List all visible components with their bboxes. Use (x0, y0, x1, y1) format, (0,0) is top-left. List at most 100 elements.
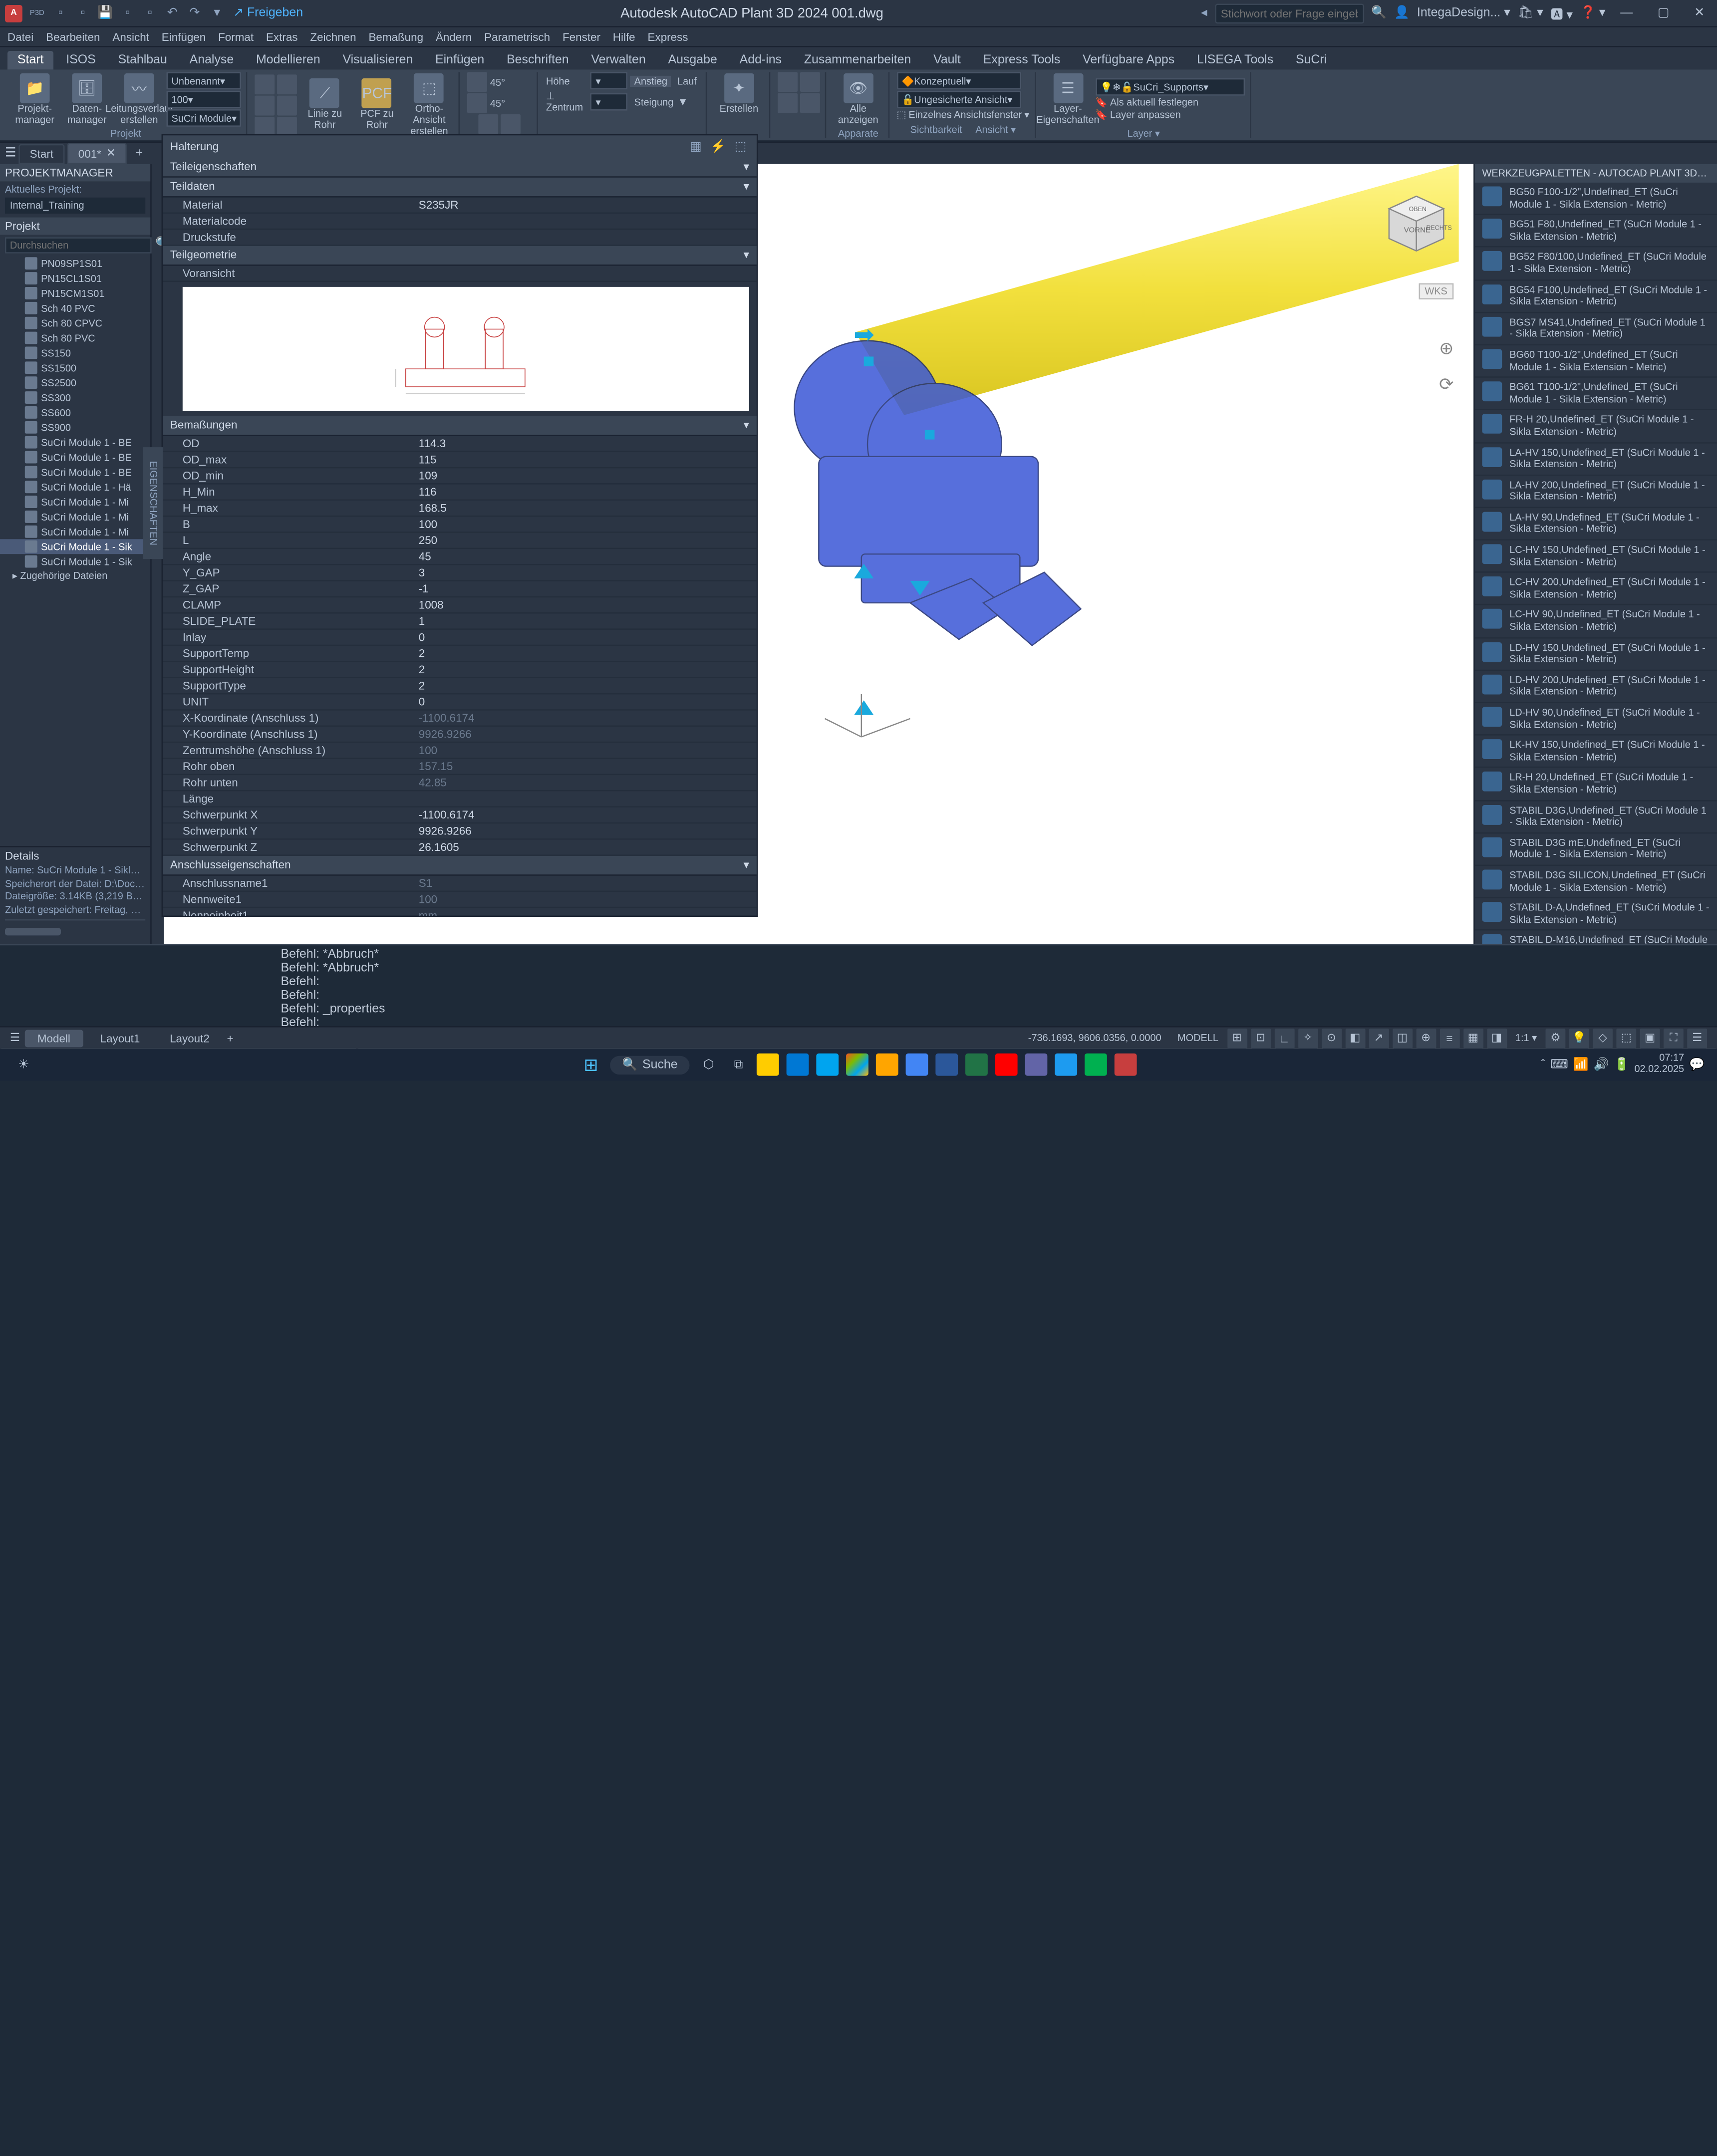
clean-toggle[interactable]: ▣ (1640, 1028, 1660, 1048)
pm-search-input[interactable] (5, 237, 152, 253)
outlook-icon[interactable] (817, 1054, 839, 1076)
ribbon-tab-express-tools[interactable]: Express Tools (973, 51, 1070, 69)
menu-bemaßung[interactable]: Bemaßung (368, 30, 423, 43)
taskbar-search[interactable]: 🔍Suche (609, 1056, 690, 1074)
property-row[interactable]: L250 (163, 533, 757, 549)
tab-start[interactable]: Start (18, 143, 64, 163)
ribbon-tab-stahlbau[interactable]: Stahlbau (108, 51, 177, 69)
create-button[interactable]: ✦Erstellen (714, 72, 764, 116)
spec-unnamed-combo[interactable]: Unbenannt ▾ (167, 72, 242, 90)
tree-item[interactable]: SuCri Module 1 - BE (0, 450, 150, 465)
palette-item[interactable]: STABIL D3G mE,Undefined_ET (SuCri Module… (1475, 833, 1717, 866)
property-row[interactable]: Rohr unten42.85 (163, 775, 757, 791)
add-tab-button[interactable]: + (129, 147, 149, 160)
property-row[interactable]: SupportHeight2 (163, 662, 757, 678)
ribbon-tab-einfügen[interactable]: Einfügen (425, 51, 494, 69)
saved-view-combo[interactable]: 🔓 Ungesicherte Ansicht ▾ (897, 91, 1021, 108)
plot-icon[interactable]: ▫ (141, 4, 159, 22)
property-row[interactable]: CLAMP1008 (163, 597, 757, 613)
app5-icon[interactable] (1085, 1054, 1108, 1076)
excel-icon[interactable] (966, 1054, 988, 1076)
tree-item[interactable]: SS1500 (0, 360, 150, 375)
ducs-toggle[interactable]: ◫ (1392, 1028, 1412, 1048)
model-tab-layout1[interactable]: Layout1 (88, 1029, 153, 1047)
sm-btn-3[interactable] (255, 116, 275, 136)
tray-battery-icon[interactable]: 🔋 (1614, 1058, 1630, 1072)
props-quick-icon[interactable]: ⚡ (709, 138, 727, 155)
chrome-icon[interactable] (847, 1054, 869, 1076)
ribbon-tab-verwalten[interactable]: Verwalten (581, 51, 655, 69)
sm-btn-5[interactable] (278, 95, 297, 115)
property-row[interactable]: Materialcode (163, 214, 757, 230)
user-icon[interactable]: 👤 (1394, 6, 1410, 19)
tree-item-selected[interactable]: SuCri Module 1 - Sik (0, 539, 150, 554)
copilot-icon[interactable]: ⬡ (697, 1054, 720, 1076)
sm-btn-6[interactable] (278, 116, 297, 136)
minimize-button[interactable]: — (1613, 6, 1640, 19)
property-row[interactable]: Nenneinheit1mm (163, 908, 757, 916)
tray-sound-icon[interactable]: 🔊 (1594, 1058, 1609, 1072)
tree-item[interactable]: SuCri Module 1 - Mi (0, 524, 150, 539)
layer-properties-button[interactable]: ☰Layer- Eigenschaften (1043, 72, 1093, 127)
save-icon[interactable]: 💾 (96, 4, 114, 22)
ribbon-tab-lisega-tools[interactable]: LISEGA Tools (1187, 51, 1283, 69)
edge-icon[interactable] (787, 1054, 810, 1076)
angle2-btn[interactable] (468, 93, 488, 113)
property-row[interactable]: Angle45 (163, 549, 757, 565)
snap-toggle[interactable]: ⊡ (1251, 1028, 1271, 1048)
palette-item[interactable]: BG51 F80,Undefined_ET (SuCri Module 1 - … (1475, 215, 1717, 248)
info-search-prev-icon[interactable]: ◂ (1201, 6, 1207, 19)
palette-item[interactable]: FR-H 20,Undefined_ET (SuCri Module 1 - S… (1475, 410, 1717, 443)
tree-item[interactable]: SS300 (0, 390, 150, 405)
data-manager-button[interactable]: 🗄Daten- manager (62, 72, 112, 127)
appsm2[interactable] (800, 72, 820, 92)
search-icon[interactable]: 🔍 (1371, 6, 1387, 19)
model-tab-modell[interactable]: Modell (25, 1029, 83, 1047)
tree-item[interactable]: PN09SP1S01 (0, 256, 150, 271)
menu-hilfe[interactable]: Hilfe (613, 30, 635, 43)
elev-sm2[interactable] (501, 114, 521, 134)
palette-item[interactable]: LK-HV 150,Undefined_ET (SuCri Module 1 -… (1475, 736, 1717, 768)
nav-orbit-icon[interactable]: ⟳ (1439, 374, 1453, 395)
pcf-to-pipe-button[interactable]: PCFPCF zu Rohr (352, 77, 402, 133)
section-anschluss[interactable]: Anschlusseigenschaften▾ (163, 856, 757, 876)
ribbon-tab-sucri[interactable]: SuCri (1286, 51, 1337, 69)
ribbon-tab-start[interactable]: Start (7, 51, 53, 69)
menu-extras[interactable]: Extras (266, 30, 298, 43)
ribbon-tab-verfügbare-apps[interactable]: Verfügbare Apps (1073, 51, 1184, 69)
app2-icon[interactable] (906, 1054, 929, 1076)
menu-format[interactable]: Format (218, 30, 254, 43)
word-icon[interactable] (936, 1054, 958, 1076)
3dosnap-toggle[interactable]: ◧ (1345, 1028, 1365, 1048)
tree-item[interactable]: SS900 (0, 420, 150, 435)
palette-item[interactable]: BG54 F100,Undefined_ET (SuCri Module 1 -… (1475, 280, 1717, 312)
dyn-toggle[interactable]: ⊕ (1416, 1028, 1436, 1048)
menu-parametrisch[interactable]: Parametrisch (484, 30, 550, 43)
ribbon-tab-isos[interactable]: ISOS (56, 51, 105, 69)
palette-item[interactable]: LD-HV 150,Undefined_ET (SuCri Module 1 -… (1475, 638, 1717, 670)
viewport-icon[interactable]: ⬚ (897, 109, 906, 120)
sm-btn-4[interactable] (278, 74, 297, 94)
tree-item[interactable]: SuCri Module 1 - Hä (0, 480, 150, 495)
tpy-toggle[interactable]: ▦ (1463, 1028, 1483, 1048)
property-row[interactable]: Schwerpunkt X-1100.6174 (163, 808, 757, 823)
property-row[interactable]: Y_GAP3 (163, 565, 757, 581)
teams-icon[interactable] (1026, 1054, 1048, 1076)
app1-icon[interactable] (876, 1054, 899, 1076)
app-exchange-icon[interactable]: 🅰 ▾ (1551, 3, 1573, 22)
property-row[interactable]: Schwerpunkt Y9926.9266 (163, 823, 757, 839)
palette-list[interactable]: BG50 F100-1/2",Undefined_ET (SuCri Modul… (1475, 183, 1717, 944)
palette-item[interactable]: STABIL D-A,Undefined_ET (SuCri Module 1 … (1475, 898, 1717, 931)
tree-item[interactable]: PN15CL1S01 (0, 271, 150, 286)
route-pipe-button[interactable]: 〰Leitungsverlauf erstellen (114, 72, 164, 127)
ortho-toggle[interactable]: ∟ (1274, 1028, 1294, 1048)
property-row[interactable]: Zentrumshöhe (Anschluss 1)100 (163, 743, 757, 759)
redo-icon[interactable]: ↷ (186, 4, 204, 22)
property-row[interactable]: H_Min116 (163, 485, 757, 501)
new-icon[interactable]: ▫ (52, 4, 69, 22)
autocad-taskbar-icon[interactable] (1115, 1054, 1138, 1076)
menu-ändern[interactable]: Ändern (436, 30, 472, 43)
property-row[interactable]: SupportType2 (163, 678, 757, 694)
tree-item[interactable]: Sch 80 CPVC (0, 315, 150, 330)
sm-btn-1[interactable] (255, 74, 275, 94)
